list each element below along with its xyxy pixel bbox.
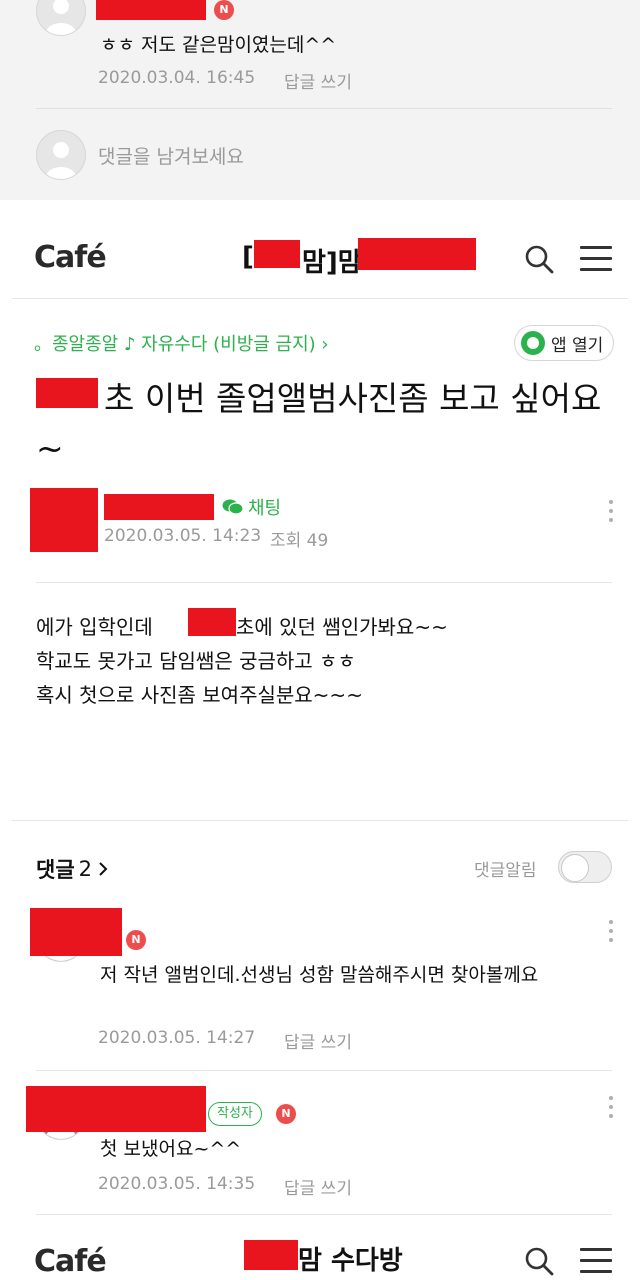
redacted-nickname bbox=[96, 0, 206, 20]
post-body-line-2: 학교도 못가고 담임쌤은 궁금하고 ㅎㅎ bbox=[36, 649, 356, 673]
cafe-logo[interactable]: Café bbox=[34, 240, 107, 275]
comment-text: ㅎㅎ 저도 같은맘이였는데^^ bbox=[100, 34, 337, 56]
divider bbox=[36, 582, 612, 583]
board-breadcrumb[interactable]: 。종알종알 ♪ 자유수다 (비방글 금지) › bbox=[34, 330, 329, 356]
cafe-app-icon bbox=[521, 331, 545, 355]
post-body-line-3: 혹시 첫으로 사진좀 보여주실분요~~~ bbox=[36, 683, 363, 707]
redacted-author-name[interactable] bbox=[104, 494, 214, 520]
more-options-icon[interactable] bbox=[608, 920, 614, 946]
reply-link[interactable]: 답글 쓰기 bbox=[284, 1174, 352, 1199]
comment-date: 2020.03.04. 16:45 bbox=[98, 68, 256, 88]
post-title: 초 이번 졸업앨범사진좀 보고 싶어요~ bbox=[36, 379, 602, 468]
header-divider bbox=[12, 298, 628, 299]
comment-input[interactable]: 댓글을 남겨보세요 bbox=[98, 142, 244, 169]
post-date: 2020.03.05. 14:23 bbox=[104, 526, 262, 546]
my-avatar bbox=[36, 130, 86, 180]
redacted-school-body bbox=[188, 608, 236, 636]
comments-label: 댓글 bbox=[36, 858, 75, 882]
menu-icon[interactable] bbox=[580, 246, 612, 272]
divider bbox=[36, 1070, 612, 1071]
redacted-title-2 bbox=[358, 238, 476, 270]
comment-alarm-label: 댓글알림 bbox=[474, 861, 537, 881]
redacted-title bbox=[254, 240, 300, 268]
redacted-title bbox=[244, 1240, 298, 1270]
search-icon[interactable] bbox=[524, 244, 554, 274]
reply-link[interactable]: 답글 쓰기 bbox=[284, 1028, 352, 1053]
comments-count: 2 bbox=[78, 857, 93, 881]
divider bbox=[36, 1214, 612, 1215]
comment-text: 저 작년 앨범인데.선생님 성함 말씀해주시면 찾아볼께요 bbox=[100, 964, 539, 986]
author-avatar-redacted[interactable] bbox=[30, 488, 98, 552]
comment-text: 첫 보냈어요~^^ bbox=[100, 1138, 242, 1160]
reply-link[interactable]: 답글 쓰기 bbox=[284, 68, 352, 93]
chat-label: 채팅 bbox=[248, 498, 282, 519]
header-title-suffix: 맘]맘 bbox=[302, 248, 362, 278]
app-open-label: 앱 열기 bbox=[551, 335, 604, 356]
comments-toggle[interactable]: 댓글 2 bbox=[36, 854, 110, 884]
section-divider bbox=[12, 820, 628, 821]
header-title-bracket: [ bbox=[242, 242, 254, 272]
divider bbox=[36, 108, 612, 109]
redacted-commenter[interactable] bbox=[26, 1086, 206, 1132]
new-badge: N bbox=[276, 1104, 296, 1124]
author-badge: 작성자 bbox=[208, 1102, 262, 1126]
comment-date: 2020.03.05. 14:27 bbox=[98, 1028, 256, 1048]
header-title: 맘 수다방 bbox=[298, 1246, 403, 1276]
app-open-button[interactable]: 앱 열기 bbox=[514, 325, 615, 361]
post-views: 조회 49 bbox=[270, 531, 329, 551]
chat-button[interactable]: 채팅 bbox=[222, 494, 281, 520]
chat-icon bbox=[222, 499, 244, 515]
more-options-icon[interactable] bbox=[608, 500, 614, 526]
comment-date: 2020.03.05. 14:35 bbox=[98, 1174, 256, 1194]
chevron-right-icon bbox=[99, 862, 108, 876]
comment-alarm-toggle[interactable] bbox=[558, 851, 612, 883]
cafe-logo[interactable]: Café bbox=[34, 1244, 107, 1279]
new-badge: N bbox=[214, 0, 234, 20]
post-body-line-1: 에가 입학인데 bbox=[36, 615, 153, 639]
new-badge: N bbox=[126, 930, 146, 950]
search-icon[interactable] bbox=[524, 1246, 554, 1276]
redacted-commenter[interactable] bbox=[30, 908, 122, 956]
post-body-line-1b: 초에 있던 쌤인가봐요~~ bbox=[236, 615, 448, 639]
menu-icon[interactable] bbox=[580, 1248, 612, 1274]
more-options-icon[interactable] bbox=[608, 1096, 614, 1122]
